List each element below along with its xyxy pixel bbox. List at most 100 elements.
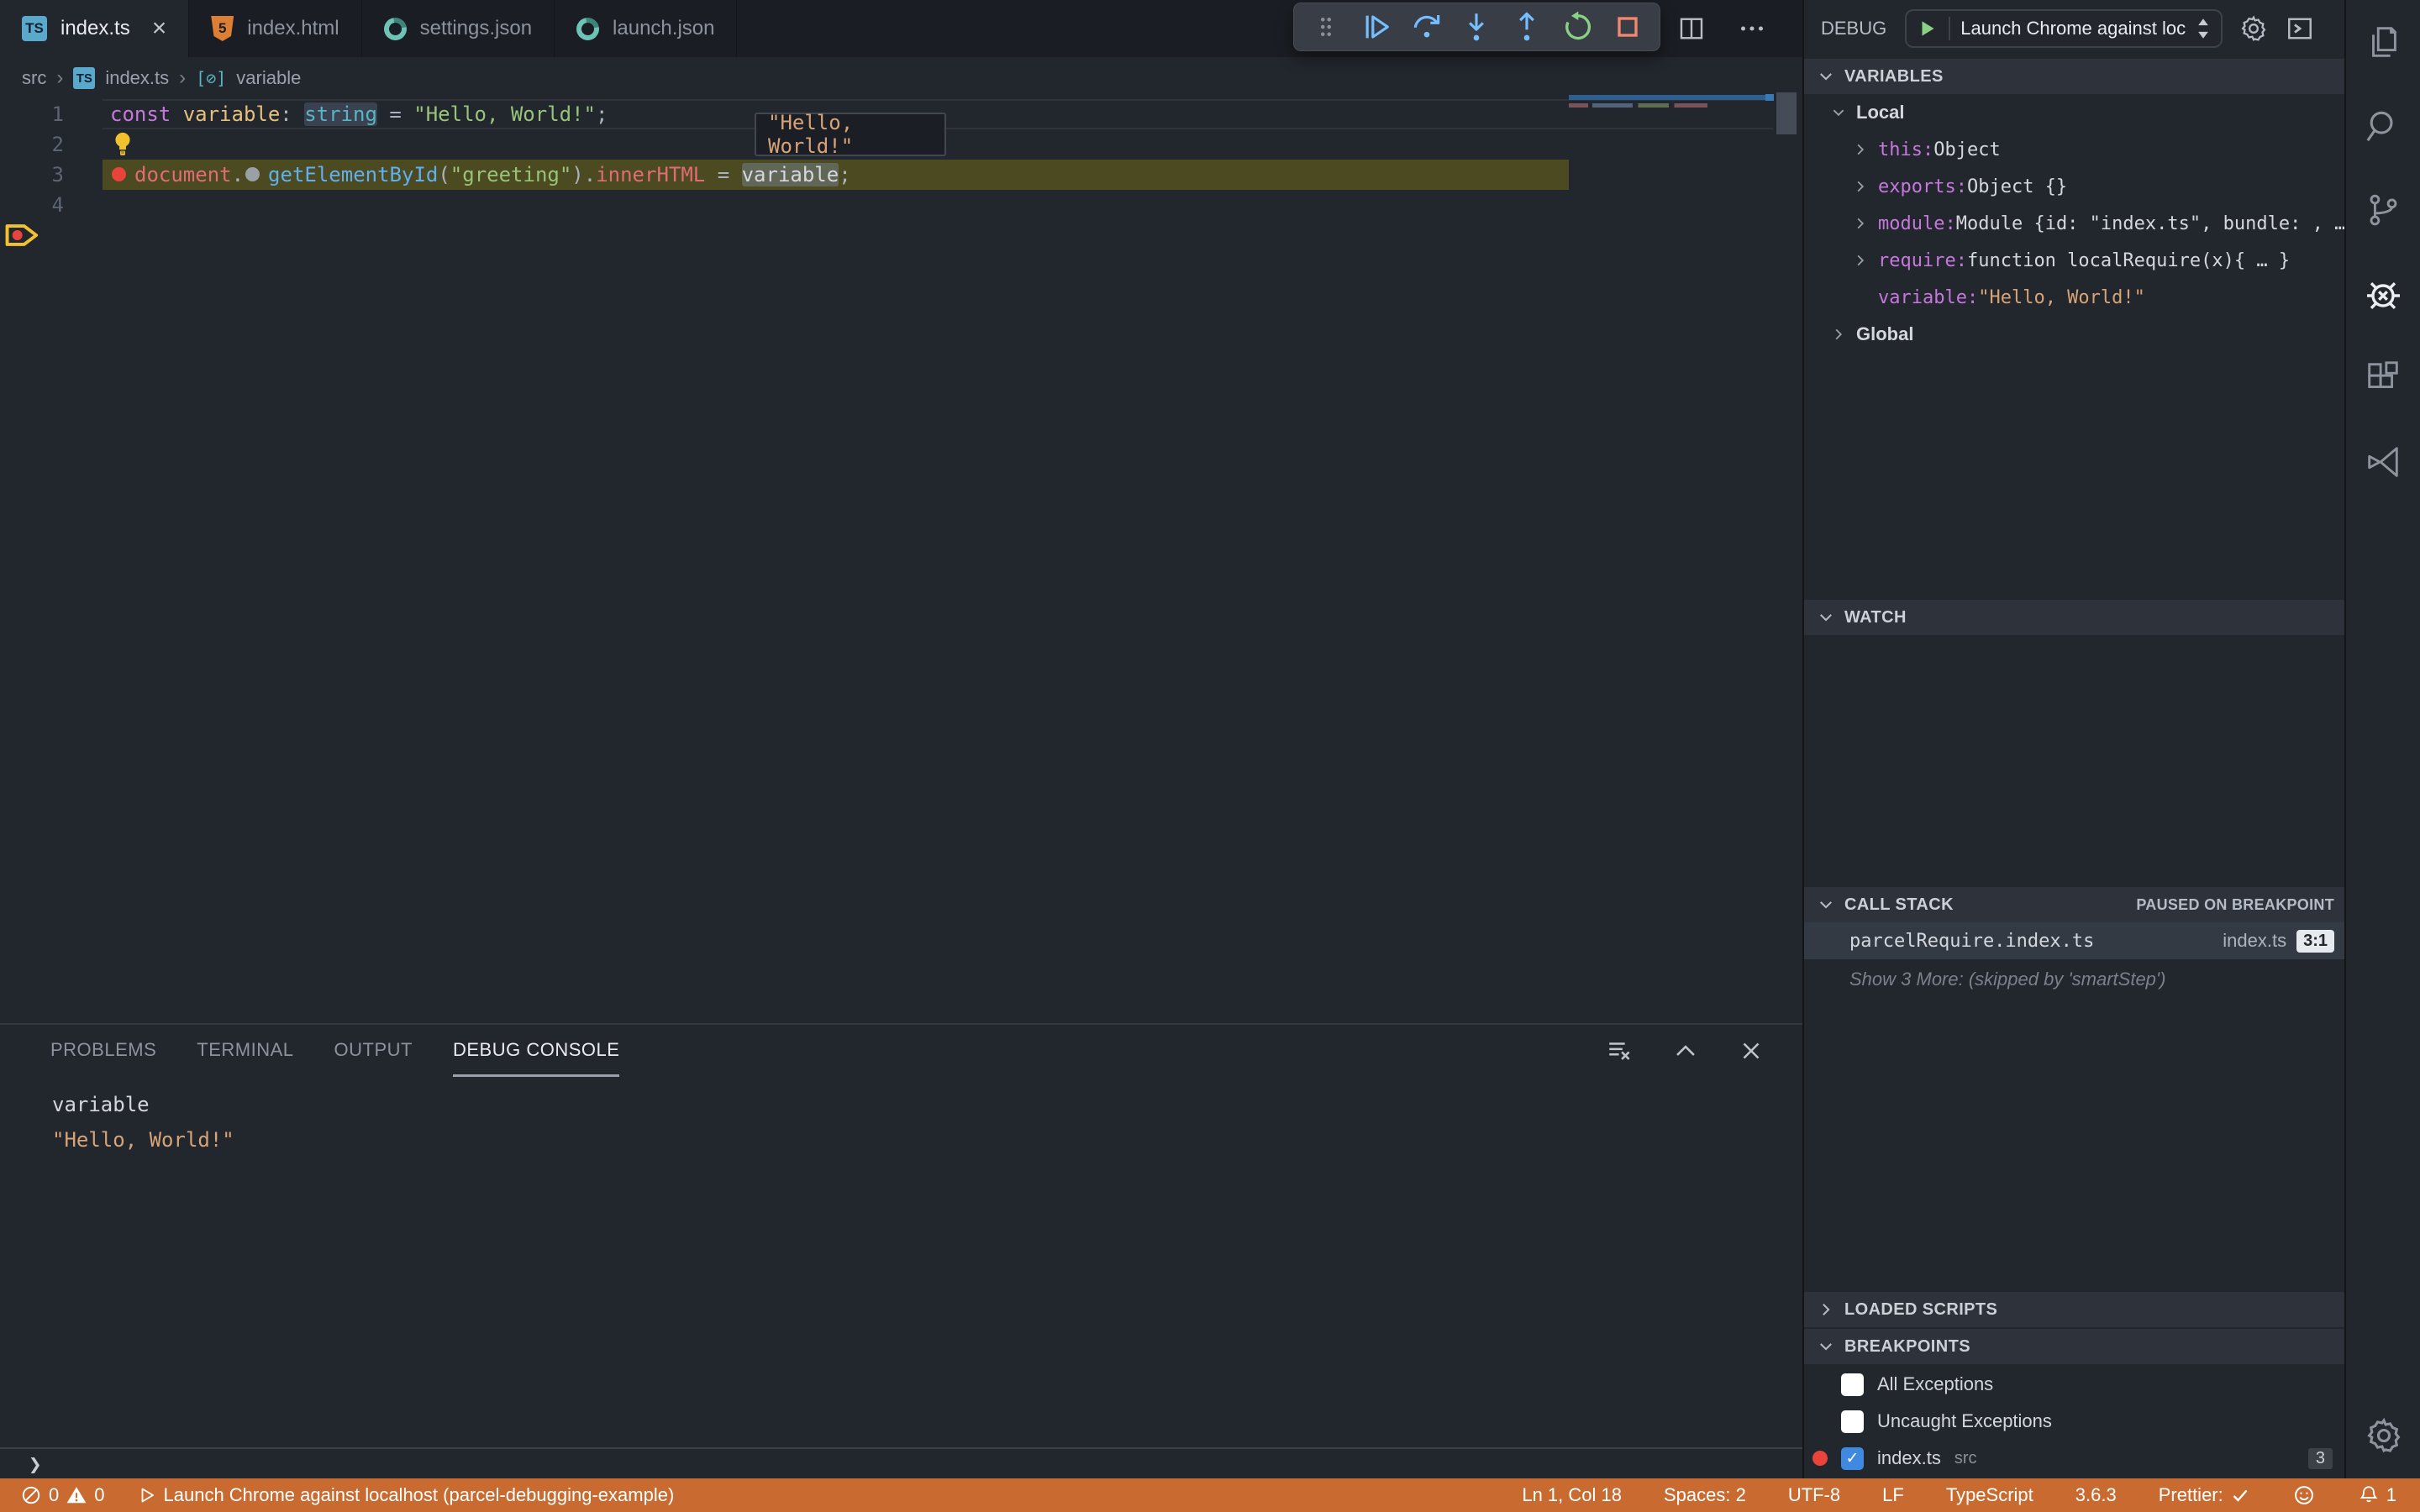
variable-value: Object {} — [1966, 176, 2068, 197]
variables-section-header[interactable]: VARIABLES — [1804, 59, 2346, 94]
editor-scrollbar[interactable] — [1776, 92, 1797, 134]
breakpoint-uncaught-exceptions[interactable]: Uncaught Exceptions — [1804, 1403, 2346, 1440]
code-token: ; — [839, 163, 851, 186]
call-stack-frame[interactable]: parcelRequire.index.ts index.ts 3:1 — [1804, 922, 2346, 959]
minimap-line-1[interactable] — [1569, 95, 1773, 100]
drag-handle-icon[interactable] — [1307, 8, 1344, 45]
tab-output[interactable]: OUTPUT — [334, 1025, 413, 1077]
extensions-icon[interactable] — [2346, 336, 2420, 420]
typescript-version[interactable]: 3.6.3 — [2075, 1484, 2117, 1506]
gutter[interactable]: 3 — [0, 160, 103, 246]
checkbox-unchecked[interactable] — [1841, 1410, 1864, 1433]
language-mode[interactable]: TypeScript — [1946, 1484, 2033, 1506]
separator: : — [1966, 286, 1979, 308]
scope-local[interactable]: Local — [1804, 94, 2346, 131]
source-control-icon[interactable] — [2346, 168, 2420, 252]
checkbox-unchecked[interactable] — [1841, 1373, 1864, 1396]
chevron-right-icon — [1818, 1301, 1834, 1318]
inline-breakpoint-dot[interactable] — [112, 167, 126, 181]
inline-breakpoint-dot[interactable] — [245, 167, 260, 181]
code-token: : — [280, 102, 305, 126]
open-debug-console-icon[interactable] — [2285, 13, 2315, 44]
step-into-button[interactable] — [1458, 8, 1495, 45]
step-over-button[interactable] — [1408, 8, 1445, 45]
breakpoint-label: Uncaught Exceptions — [1877, 1410, 2052, 1431]
console-result[interactable]: "Hello, World!" — [52, 1122, 1802, 1158]
gutter[interactable]: 4 — [0, 190, 103, 220]
frame-name: parcelRequire.index.ts — [1849, 930, 2095, 952]
encoding[interactable]: UTF-8 — [1788, 1484, 1840, 1506]
tab-launch-json[interactable]: launch.json — [555, 0, 738, 57]
maximize-panel-icon[interactable] — [1671, 1037, 1700, 1065]
notifications-bell[interactable]: 1 — [2358, 1484, 2396, 1506]
code-token: innerHTML — [596, 163, 706, 186]
tab-index-ts[interactable]: TS index.ts × — [0, 0, 190, 57]
tab-debug-console[interactable]: DEBUG CONSOLE — [452, 1025, 620, 1077]
code-token: const — [110, 102, 183, 126]
variable-row-variable[interactable]: variable: "Hello, World!" — [1804, 279, 2346, 316]
watch-section-header[interactable]: WATCH — [1804, 600, 2346, 635]
visual-studio-icon[interactable] — [2346, 420, 2420, 504]
search-icon[interactable] — [2346, 84, 2420, 168]
tab-index-html[interactable]: 5 index.html — [189, 0, 362, 57]
restart-button[interactable] — [1559, 8, 1596, 45]
start-debugging-icon[interactable] — [1917, 18, 1939, 39]
console-expression[interactable]: variable — [52, 1087, 1802, 1122]
stop-button[interactable] — [1609, 8, 1646, 45]
more-actions-icon[interactable] — [1737, 13, 1767, 44]
show-more-frames[interactable]: Show 3 More: (skipped by 'smartStep') — [1804, 963, 2346, 996]
variable-value: Module {id: "index.ts", bundle: , … — [1955, 213, 2346, 234]
breakpoint-index-ts[interactable]: ✓ index.ts src 3 — [1804, 1440, 2346, 1477]
variable-row-require[interactable]: require: function localRequire(x){ … } — [1804, 242, 2346, 279]
close-tab-icon[interactable]: × — [152, 16, 167, 41]
code-token: ( — [438, 163, 450, 186]
code-token: ). — [571, 163, 597, 186]
loaded-scripts-section-header[interactable]: LOADED SCRIPTS — [1804, 1292, 2346, 1327]
settings-gear-icon[interactable] — [2346, 1416, 2420, 1455]
line-number: 3 — [51, 163, 64, 186]
json-file-icon — [379, 13, 411, 45]
minimap-line-2[interactable] — [1569, 103, 1707, 108]
cursor-position[interactable]: Ln 1, Col 18 — [1522, 1484, 1622, 1506]
eol-sequence[interactable]: LF — [1882, 1484, 1904, 1506]
variable-name: exports — [1878, 176, 1956, 197]
breakpoint-label: index.ts — [1877, 1447, 1941, 1468]
variable-row-module[interactable]: module: Module {id: "index.ts", bundle: … — [1804, 205, 2346, 242]
debug-icon[interactable] — [2346, 252, 2420, 336]
launch-configuration-select[interactable]: Launch Chrome against local — [1905, 9, 2223, 48]
continue-button[interactable] — [1358, 8, 1395, 45]
tab-terminal[interactable]: TERMINAL — [197, 1025, 293, 1077]
clear-console-icon[interactable] — [1606, 1037, 1634, 1065]
breadcrumb-item-src[interactable]: src — [22, 67, 46, 89]
gutter[interactable]: 1 — [0, 99, 103, 129]
code-line-4: 4 — [0, 190, 1802, 220]
explorer-icon[interactable] — [2346, 0, 2420, 84]
scope-global[interactable]: Global — [1804, 316, 2346, 353]
checkbox-checked[interactable]: ✓ — [1841, 1446, 1864, 1470]
tab-problems[interactable]: PROBLEMS — [50, 1025, 156, 1077]
tab-settings-json[interactable]: settings.json — [362, 0, 555, 57]
variable-row-exports[interactable]: exports: Object {} — [1804, 168, 2346, 205]
gutter[interactable]: 2 — [0, 129, 103, 160]
breakpoint-label: All Exceptions — [1877, 1373, 1994, 1394]
feedback-smiley-icon[interactable] — [2292, 1483, 2316, 1507]
variable-row-this[interactable]: this: Object — [1804, 131, 2346, 168]
split-editor-icon[interactable] — [1676, 13, 1707, 44]
breakpoint-all-exceptions[interactable]: All Exceptions — [1804, 1366, 2346, 1403]
debug-launch-status[interactable]: Launch Chrome against localhost (parcel-… — [137, 1484, 674, 1506]
prettier-status[interactable]: Prettier: — [2159, 1484, 2250, 1506]
errors-icon — [22, 1486, 40, 1504]
call-stack-section-header[interactable]: CALL STACK PAUSED ON BREAKPOINT — [1804, 887, 2346, 922]
breadcrumb-item-symbol[interactable]: variable — [236, 67, 301, 89]
select-arrows-icon — [2198, 18, 2209, 39]
tab-label: index.html — [247, 17, 339, 39]
breakpoints-section-header[interactable]: BREAKPOINTS — [1804, 1329, 2346, 1364]
problems-status[interactable]: 0 0 — [20, 1484, 105, 1506]
json-file-icon — [571, 13, 604, 45]
debug-console-input[interactable]: ❯ — [0, 1447, 1802, 1480]
close-panel-icon[interactable] — [1737, 1037, 1765, 1065]
step-out-button[interactable] — [1508, 8, 1545, 45]
indentation[interactable]: Spaces: 2 — [1664, 1484, 1746, 1506]
debug-settings-gear-icon[interactable] — [2239, 14, 2268, 43]
launch-config-name: Launch Chrome against local — [1960, 18, 2186, 39]
